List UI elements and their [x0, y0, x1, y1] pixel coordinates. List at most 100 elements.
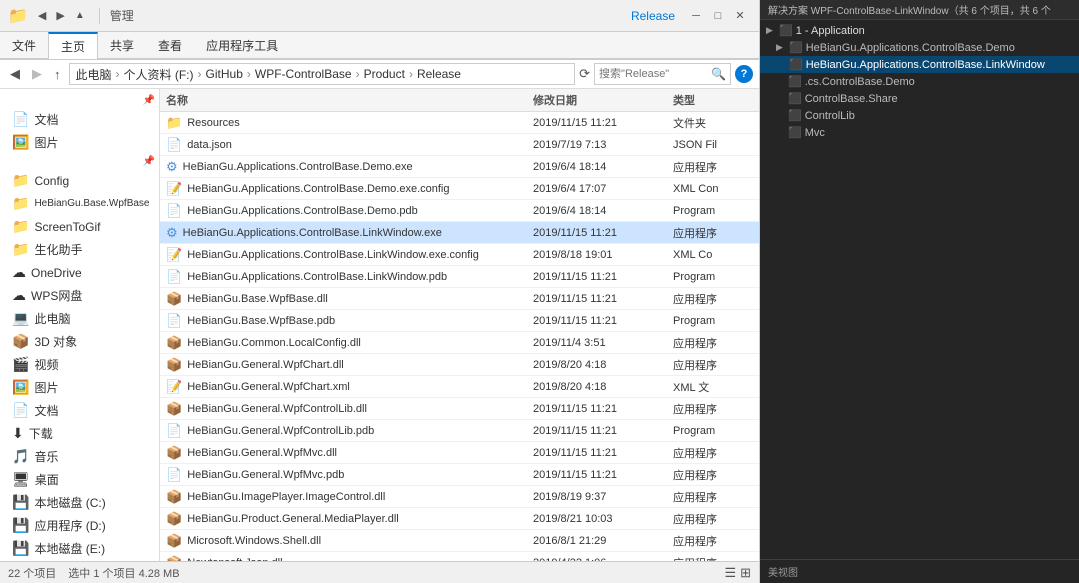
maximize-button[interactable]: □	[707, 5, 729, 27]
file-row[interactable]: ⚙ HeBianGu.Applications.ControlBase.Link…	[160, 222, 759, 244]
view-grid-button[interactable]: ⊞	[740, 565, 751, 581]
path-wpf[interactable]: WPF-ControlBase	[255, 67, 352, 81]
tree-item-mvc[interactable]: ⬛ Mvc	[760, 124, 1079, 141]
solution-explorer-title: 解决方案 WPF-ControlBase-LinkWindow（共 6 个项目，…	[768, 2, 1051, 17]
sidebar-item-music[interactable]: 🎵 音乐	[0, 445, 159, 468]
sidebar-item-video[interactable]: 🎬 视频	[0, 353, 159, 376]
tree-icon: ⬛	[779, 24, 793, 37]
file-row[interactable]: 📝 HeBianGu.Applications.ControlBase.Link…	[160, 244, 759, 266]
file-name-cell: 📄 data.json	[166, 137, 533, 153]
tab-home[interactable]: 主页	[48, 32, 98, 59]
col-type[interactable]: 类型	[673, 92, 753, 108]
path-release[interactable]: Release	[417, 67, 461, 81]
sidebar: 📌 📄 文档 🖼️ 图片 📌 📁 Config 📁 HeBianGu.Base.…	[0, 89, 160, 561]
sidebar-item-drive-d[interactable]: 💾 应用程序 (D:)	[0, 514, 159, 537]
file-row[interactable]: 📄 HeBianGu.Applications.ControlBase.Demo…	[160, 200, 759, 222]
file-row[interactable]: 📄 data.json 2019/7/19 7:13 JSON Fil	[160, 134, 759, 156]
up-button[interactable]: ↑	[50, 65, 65, 84]
sidebar-item-desktop[interactable]: 🖥 桌面	[0, 468, 159, 491]
file-row[interactable]: 📄 HeBianGu.General.WpfControlLib.pdb 201…	[160, 420, 759, 442]
sidebar-label: 此电脑	[34, 310, 70, 327]
file-row[interactable]: 📝 HeBianGu.Applications.ControlBase.Demo…	[160, 178, 759, 200]
sidebar-item-pictures[interactable]: 🖼️ 图片	[0, 131, 159, 154]
panel-bottom: 美视图	[760, 559, 1079, 583]
path-github[interactable]: GitHub	[206, 67, 243, 81]
view-controls: ☰ ⊞	[724, 565, 751, 581]
close-button[interactable]: ✕	[729, 5, 751, 27]
sidebar-item-drive-e[interactable]: 💾 本地磁盘 (E:)	[0, 537, 159, 560]
sidebar-item-3d[interactable]: 📦 3D 对象	[0, 330, 159, 353]
file-name: HeBianGu.General.WpfControlLib.pdb	[187, 425, 374, 437]
tree-label: HeBianGu.Applications.ControlBase.LinkWi…	[806, 59, 1045, 71]
file-name-cell: 📄 HeBianGu.General.WpfControlLib.pdb	[166, 423, 533, 439]
file-name-cell: 📦 HeBianGu.Product.General.MediaPlayer.d…	[166, 511, 533, 527]
col-name[interactable]: 名称	[166, 92, 533, 108]
tab-file[interactable]: 文件	[0, 32, 48, 58]
col-modified[interactable]: 修改日期	[533, 92, 673, 108]
view-list-button[interactable]: ☰	[724, 565, 736, 581]
file-row[interactable]: 📦 HeBianGu.Base.WpfBase.dll 2019/11/15 1…	[160, 288, 759, 310]
tree-item-controllib[interactable]: ⬛ ControlLib	[760, 107, 1079, 124]
search-input[interactable]	[599, 68, 709, 80]
sidebar-item-thispc[interactable]: 💻 此电脑	[0, 307, 159, 330]
file-row[interactable]: 📦 Microsoft.Windows.Shell.dll 2016/8/1 2…	[160, 530, 759, 552]
sidebar-item-docs[interactable]: 📄 文档	[0, 399, 159, 422]
file-row[interactable]: 📦 HeBianGu.General.WpfMvc.dll 2019/11/15…	[160, 442, 759, 464]
file-type: 应用程序	[673, 467, 753, 483]
nav-forward-button[interactable]: ▶	[52, 7, 68, 24]
sidebar-item-documents[interactable]: 📄 文档	[0, 108, 159, 131]
tree-label: 1 - Application	[796, 25, 865, 37]
file-icon: 📦	[166, 401, 182, 417]
arrow-icon: ▶	[766, 25, 776, 36]
sidebar-item-hebianguwpfbase[interactable]: 📁 HeBianGu.Base.WpfBase	[0, 192, 159, 215]
file-row[interactable]: 📦 HeBianGu.Product.General.MediaPlayer.d…	[160, 508, 759, 530]
cloud-icon: ☁	[12, 264, 26, 281]
file-icon: 📦	[166, 489, 182, 505]
file-row[interactable]: 📝 HeBianGu.General.WpfChart.xml 2019/8/2…	[160, 376, 759, 398]
file-row[interactable]: 📄 HeBianGu.General.WpfMvc.pdb 2019/11/15…	[160, 464, 759, 486]
sidebar-item-onedrive[interactable]: ☁ OneDrive	[0, 261, 159, 284]
sidebar-item-drive-c[interactable]: 💾 本地磁盘 (C:)	[0, 491, 159, 514]
path-product[interactable]: Product	[364, 67, 405, 81]
tab-view[interactable]: 查看	[146, 32, 194, 58]
sidebar-item-downloads[interactable]: ⬇ 下载	[0, 422, 159, 445]
address-path[interactable]: 此电脑 › 个人资料 (F:) › GitHub › WPF-ControlBa…	[69, 63, 576, 85]
file-row[interactable]: 📦 Newtonsoft.Json.dll 2019/4/22 1:06 应用程…	[160, 552, 759, 561]
tree-item-linkwindow[interactable]: ⬛ HeBianGu.Applications.ControlBase.Link…	[760, 56, 1079, 73]
file-icon: ⚙	[166, 159, 178, 175]
file-row[interactable]: ⚙ HeBianGu.Applications.ControlBase.Demo…	[160, 156, 759, 178]
tab-share[interactable]: 共享	[98, 32, 146, 58]
file-row[interactable]: 📄 HeBianGu.Applications.ControlBase.Link…	[160, 266, 759, 288]
file-type: 应用程序	[673, 291, 753, 307]
file-type: XML Co	[673, 249, 753, 261]
tree-item-demo[interactable]: ▶ ⬛ HeBianGu.Applications.ControlBase.De…	[760, 39, 1079, 56]
file-row[interactable]: 📦 HeBianGu.General.WpfControlLib.dll 201…	[160, 398, 759, 420]
sidebar-item-config[interactable]: 📁 Config	[0, 169, 159, 192]
back-button[interactable]: ◀	[6, 64, 24, 84]
tree-item-controlbaseshare[interactable]: ⬛ ControlBase.Share	[760, 90, 1079, 107]
path-thispc[interactable]: 此电脑	[76, 66, 112, 83]
sidebar-item-screentogif[interactable]: 📁 ScreenToGif	[0, 215, 159, 238]
nav-up-button[interactable]: ▲	[71, 7, 89, 24]
file-row[interactable]: 📦 HeBianGu.General.WpfChart.dll 2019/8/2…	[160, 354, 759, 376]
sidebar-item-images[interactable]: 🖼️ 图片	[0, 376, 159, 399]
sidebar-item-wps[interactable]: ☁ WPS网盘	[0, 284, 159, 307]
tree-item-controlbasedemo[interactable]: ⬛ .cs.ControlBase.Demo	[760, 73, 1079, 90]
refresh-button[interactable]: ⟳	[579, 66, 590, 82]
path-personal[interactable]: 个人资料 (F:)	[124, 66, 194, 83]
info-button[interactable]: ?	[735, 65, 753, 83]
file-row[interactable]: 📄 HeBianGu.Base.WpfBase.pdb 2019/11/15 1…	[160, 310, 759, 332]
file-row[interactable]: 📦 HeBianGu.ImagePlayer.ImageControl.dll …	[160, 486, 759, 508]
file-row[interactable]: 📦 HeBianGu.Common.LocalConfig.dll 2019/1…	[160, 332, 759, 354]
nav-back-button[interactable]: ◀	[34, 7, 50, 24]
sidebar-label: Config	[34, 174, 69, 188]
release-label: Release	[631, 9, 675, 23]
file-icon: 📦	[166, 445, 182, 461]
sidebar-label: OneDrive	[31, 266, 82, 280]
forward-button[interactable]: ▶	[28, 64, 46, 84]
file-row[interactable]: 📁 Resources 2019/11/15 11:21 文件夹	[160, 112, 759, 134]
sidebar-item-biohelper[interactable]: 📁 生化助手	[0, 238, 159, 261]
tree-item-app[interactable]: ▶ ⬛ 1 - Application	[760, 22, 1079, 39]
minimize-button[interactable]: ─	[685, 5, 707, 27]
tab-app-tools[interactable]: 应用程序工具	[194, 32, 290, 58]
